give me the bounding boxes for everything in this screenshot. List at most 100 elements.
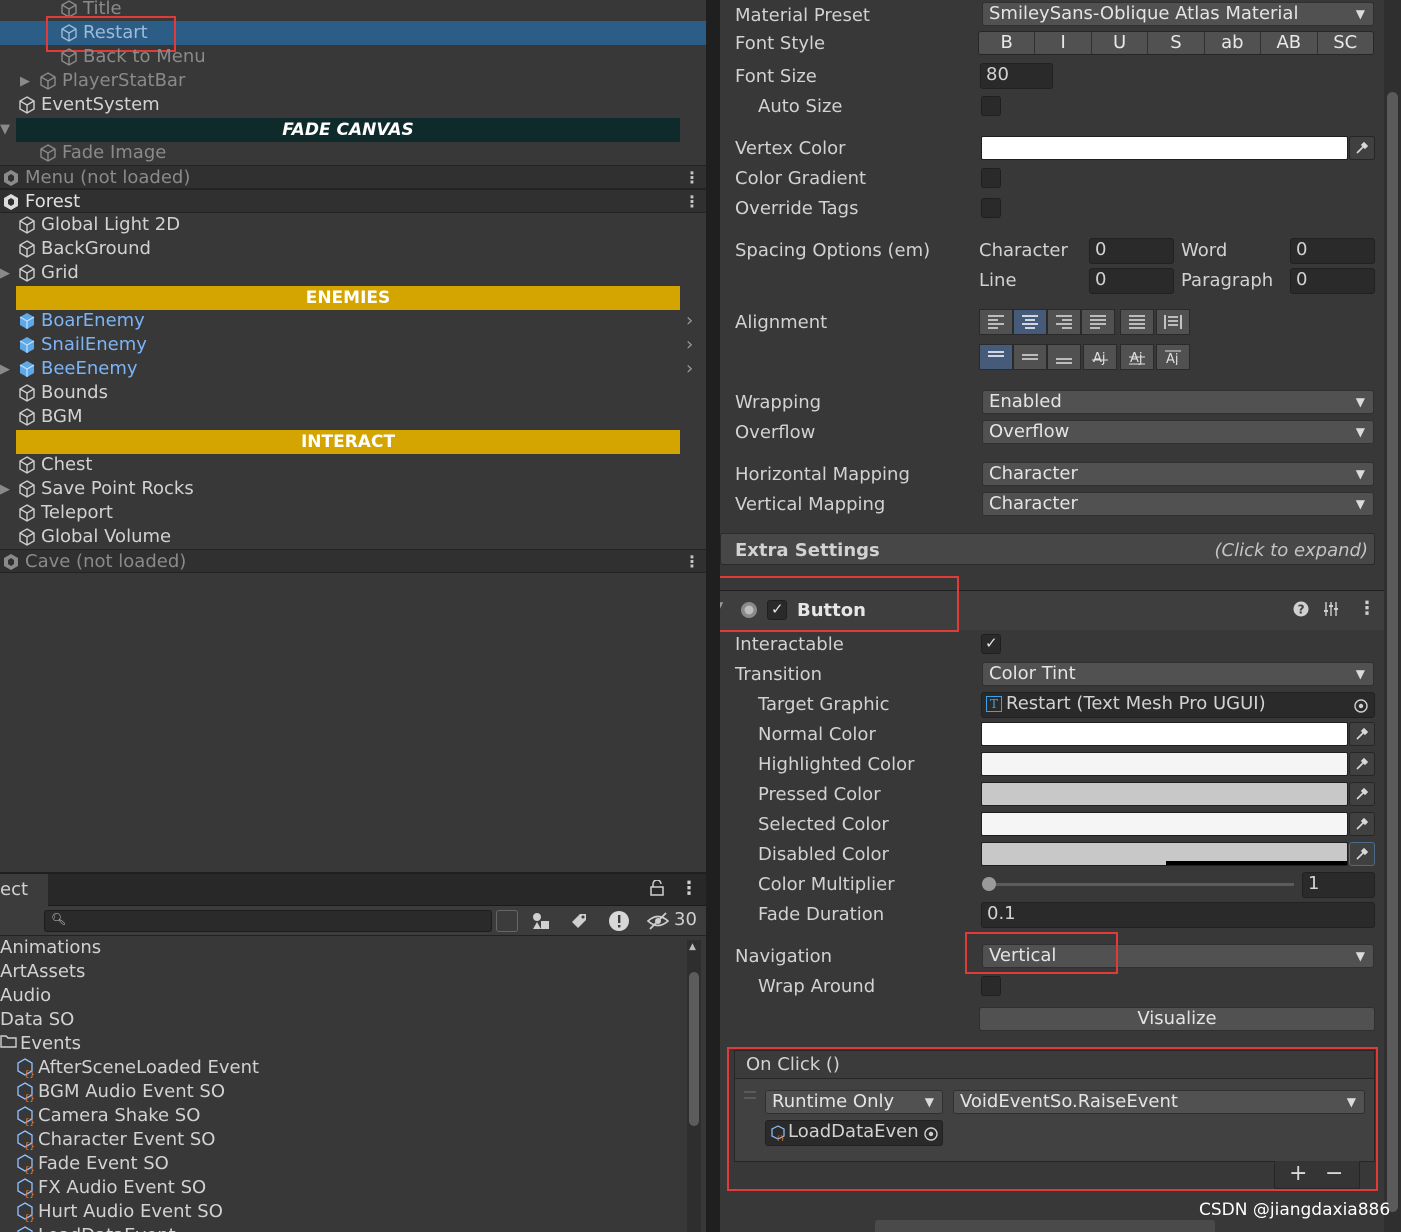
font-style-italic-button[interactable]: I xyxy=(1035,32,1092,54)
wrap-around-checkbox[interactable] xyxy=(981,976,1001,996)
valign-capline-icon[interactable]: Aj xyxy=(1156,344,1190,370)
align-center-icon[interactable] xyxy=(1013,309,1047,335)
align-left-icon[interactable] xyxy=(979,309,1013,335)
wrapping-dropdown[interactable]: Enabled ▼ xyxy=(982,390,1374,414)
hierarchy-item-bgm[interactable]: BGM xyxy=(16,405,83,429)
eyedropper-icon[interactable] xyxy=(1349,722,1375,746)
font-style-smallcaps-button[interactable]: SC xyxy=(1317,32,1373,54)
hierarchy-item-boarenemy[interactable]: BoarEnemy xyxy=(16,309,145,333)
hierarchy-item-snailenemy[interactable]: SnailEnemy xyxy=(16,333,147,357)
hierarchy-item-global-light-2d[interactable]: Global Light 2D xyxy=(16,213,180,237)
hierarchy-item-background[interactable]: BackGround xyxy=(16,237,151,261)
asset-character-event-so[interactable]: {} Character Event SO xyxy=(14,1128,215,1152)
align-justified-icon[interactable] xyxy=(1081,309,1115,335)
scene-menu-kebab-icon[interactable]: ⋮ xyxy=(684,550,700,574)
font-style-underline-button[interactable]: U xyxy=(1091,32,1149,54)
font-style-bold-button[interactable]: B xyxy=(979,32,1036,54)
banner-fade-canvas[interactable]: FADE CANVAS xyxy=(16,118,680,142)
folder-artassets[interactable]: ArtAssets xyxy=(0,960,85,984)
hierarchy-item-grid[interactable]: Grid xyxy=(16,261,79,285)
normal-color-field[interactable] xyxy=(981,722,1348,746)
presets-icon[interactable] xyxy=(1323,601,1339,622)
transition-dropdown[interactable]: Color Tint ▼ xyxy=(982,662,1374,686)
paragraph-spacing-input[interactable]: 0 xyxy=(1290,268,1375,294)
font-style-uppercase-button[interactable]: AB xyxy=(1261,32,1318,54)
expand-arrow-icon[interactable]: ▼ xyxy=(0,122,10,137)
expand-arrow-icon[interactable]: ▶ xyxy=(0,482,10,497)
auto-size-checkbox[interactable] xyxy=(981,96,1001,116)
asset-hurt-audio-event-so[interactable]: {} Hurt Audio Event SO xyxy=(14,1200,223,1224)
panel-splitter[interactable] xyxy=(706,0,720,1232)
scene-row-forest[interactable]: Forest ⋮ xyxy=(0,189,706,213)
scene-menu-kebab-icon[interactable]: ⋮ xyxy=(684,166,700,190)
highlighted-color-field[interactable] xyxy=(981,752,1348,776)
line-spacing-input[interactable]: 0 xyxy=(1089,268,1174,294)
asset-bgm-audio-event-so[interactable]: {} BGM Audio Event SO xyxy=(14,1080,225,1104)
project-scrollbar[interactable]: ▲ xyxy=(687,940,701,1232)
asset-fx-audio-event-so[interactable]: {} FX Audio Event SO xyxy=(14,1176,206,1200)
align-right-icon[interactable] xyxy=(1047,309,1081,335)
eyedropper-icon[interactable] xyxy=(1349,136,1375,160)
object-picker-icon[interactable] xyxy=(1354,697,1368,717)
hierarchy-item-teleport[interactable]: Teleport xyxy=(16,501,113,525)
eyedropper-icon[interactable] xyxy=(1349,782,1375,806)
target-graphic-field[interactable]: T Restart (Text Mesh Pro UGUI) xyxy=(981,692,1375,718)
folder-data-so[interactable]: Data SO xyxy=(0,1008,74,1032)
hierarchy-item-save-point-rocks[interactable]: Save Point Rocks xyxy=(16,477,194,501)
extra-settings-foldout[interactable]: Extra Settings (Click to expand) xyxy=(720,533,1375,565)
fade-duration-input[interactable]: 0.1 xyxy=(981,902,1375,928)
warning-filter-icon[interactable] xyxy=(608,910,630,937)
scene-row-cave[interactable]: Cave (not loaded) ⋮ xyxy=(0,549,706,573)
font-style-strike-button[interactable]: S xyxy=(1148,32,1205,54)
add-component-button[interactable] xyxy=(875,1220,1215,1232)
align-geometry-center-icon[interactable] xyxy=(1156,309,1190,335)
expand-arrow-icon[interactable]: ▶ xyxy=(20,74,30,89)
horizontal-mapping-dropdown[interactable]: Character ▼ xyxy=(982,462,1374,486)
scrollbar-thumb[interactable] xyxy=(1387,92,1398,1212)
open-window-icon[interactable] xyxy=(496,910,518,932)
character-spacing-input[interactable]: 0 xyxy=(1089,238,1174,264)
override-tags-checkbox[interactable] xyxy=(981,198,1001,218)
folder-audio[interactable]: Audio xyxy=(0,984,51,1008)
overflow-dropdown[interactable]: Overflow ▼ xyxy=(982,420,1374,444)
vertex-color-field[interactable] xyxy=(981,136,1348,160)
banner-enemies[interactable]: ENEMIES xyxy=(16,286,680,310)
vertical-mapping-dropdown[interactable]: Character ▼ xyxy=(982,492,1374,516)
inspector-scrollbar[interactable] xyxy=(1384,0,1401,1232)
align-flush-icon[interactable] xyxy=(1120,309,1154,335)
scroll-up-arrow-icon[interactable]: ▲ xyxy=(689,942,696,952)
pressed-color-field[interactable] xyxy=(981,782,1348,806)
eyedropper-icon[interactable] xyxy=(1349,752,1375,776)
expand-arrow-icon[interactable]: ▶ xyxy=(0,362,10,377)
eyedropper-icon[interactable] xyxy=(1349,812,1375,836)
banner-interact[interactable]: INTERACT xyxy=(16,430,680,454)
lock-icon[interactable] xyxy=(650,879,664,901)
kebab-menu-icon[interactable]: ⋮ xyxy=(680,878,698,899)
tab-project[interactable]: ect xyxy=(0,874,48,906)
valign-top-icon[interactable] xyxy=(979,344,1013,370)
color-gradient-checkbox[interactable] xyxy=(981,168,1001,188)
expand-arrow-icon[interactable]: ▶ xyxy=(0,266,10,281)
hierarchy-item-beeenemy[interactable]: BeeEnemy xyxy=(16,357,138,381)
asset-fade-event-so[interactable]: {} Fade Event SO xyxy=(14,1152,169,1176)
hidden-eye-icon[interactable] xyxy=(646,910,670,937)
font-size-input[interactable]: 80 xyxy=(980,63,1053,89)
word-spacing-input[interactable]: 0 xyxy=(1290,238,1375,264)
visualize-button[interactable]: Visualize xyxy=(979,1007,1375,1031)
disabled-color-field[interactable] xyxy=(981,842,1348,866)
hierarchy-item-bounds[interactable]: Bounds xyxy=(16,381,108,405)
help-icon[interactable]: ? xyxy=(1293,601,1309,622)
color-multiplier-slider-track[interactable] xyxy=(988,883,1294,886)
valign-midline-icon[interactable]: Aj xyxy=(1120,344,1154,370)
font-style-lowercase-button[interactable]: ab xyxy=(1204,32,1262,54)
valign-middle-icon[interactable] xyxy=(1013,344,1047,370)
asset-loaddataevent[interactable]: {}LoadDataEvent xyxy=(14,1224,176,1232)
selected-color-field[interactable] xyxy=(981,812,1348,836)
material-preset-dropdown[interactable]: SmileySans-Oblique Atlas Material ▼ xyxy=(982,2,1374,26)
scene-menu-kebab-icon[interactable]: ⋮ xyxy=(684,190,700,214)
valign-bottom-icon[interactable] xyxy=(1047,344,1081,370)
interactable-checkbox[interactable] xyxy=(981,634,1001,654)
hierarchy-item-eventsystem[interactable]: EventSystem xyxy=(16,93,160,117)
hierarchy-item-global-volume[interactable]: Global Volume xyxy=(16,525,171,549)
component-kebab-icon[interactable]: ⋮ xyxy=(1358,598,1376,619)
